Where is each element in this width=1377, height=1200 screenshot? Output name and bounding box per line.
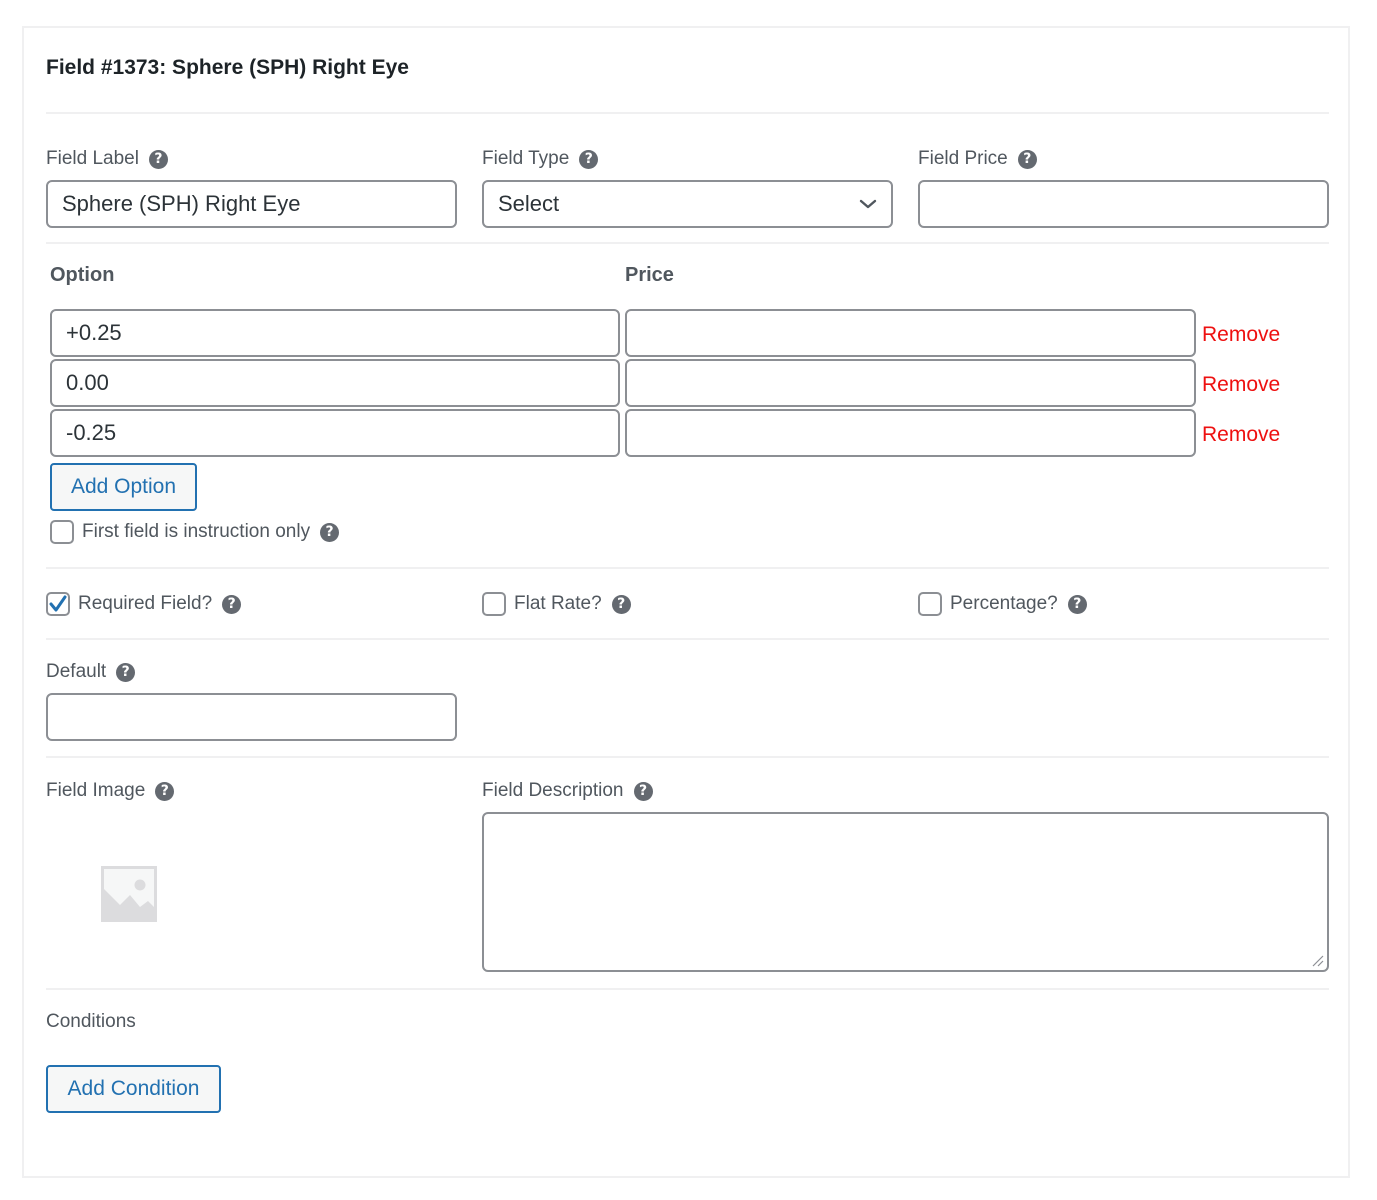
field-type-value: Select: [498, 191, 560, 216]
help-icon[interactable]: ?: [222, 594, 242, 614]
option-value: -0.25: [66, 420, 117, 445]
help-icon[interactable]: ?: [579, 149, 599, 169]
option-price-input[interactable]: [625, 359, 1196, 407]
field-type-text: Field Type: [482, 148, 570, 169]
required-field-label: Required Field?: [78, 593, 213, 614]
divider: [46, 242, 1329, 244]
field-label-value: Sphere (SPH) Right Eye: [62, 191, 301, 216]
field-type-select[interactable]: Select: [482, 180, 893, 228]
required-field-checkbox[interactable]: [46, 592, 70, 616]
divider: [46, 756, 1329, 758]
option-input[interactable]: +0.25: [50, 309, 620, 357]
add-option-button[interactable]: Add Option: [50, 463, 197, 511]
price-column-header: Price: [625, 264, 674, 286]
option-input[interactable]: -0.25: [50, 409, 620, 457]
divider: [46, 567, 1329, 569]
option-input[interactable]: 0.00: [50, 359, 620, 407]
default-label-text: Default: [46, 661, 107, 682]
required-field-row: Required Field? ?: [46, 592, 242, 616]
option-price-input[interactable]: [625, 309, 1196, 357]
remove-option-link[interactable]: Remove: [1202, 373, 1280, 397]
help-icon[interactable]: ?: [1017, 149, 1037, 169]
checkmark-icon: [49, 595, 67, 612]
field-label-text: Field Label: [46, 148, 139, 169]
field-label-label: Field Label ?: [46, 148, 168, 170]
page-title: Field #1373: Sphere (SPH) Right Eye: [46, 56, 409, 79]
flat-rate-checkbox[interactable]: [482, 592, 506, 616]
field-image-label-text: Field Image: [46, 780, 146, 801]
add-condition-button[interactable]: Add Condition: [46, 1065, 221, 1113]
percentage-row: Percentage? ?: [918, 592, 1087, 616]
help-icon[interactable]: ?: [116, 662, 136, 682]
help-icon[interactable]: ?: [320, 522, 340, 542]
field-description-label: Field Description ?: [482, 780, 653, 802]
field-price-label: Field Price ?: [918, 148, 1037, 170]
percentage-label: Percentage?: [950, 593, 1058, 614]
instruction-only-row: First field is instruction only ?: [50, 520, 340, 544]
remove-option-link[interactable]: Remove: [1202, 323, 1280, 347]
image-placeholder-icon[interactable]: [100, 865, 158, 923]
default-label: Default ?: [46, 661, 136, 683]
divider: [46, 638, 1329, 640]
field-label-input[interactable]: Sphere (SPH) Right Eye: [46, 180, 457, 228]
divider: [46, 988, 1329, 990]
field-price-text: Field Price: [918, 148, 1008, 169]
percentage-checkbox[interactable]: [918, 592, 942, 616]
option-value: 0.00: [66, 370, 109, 395]
help-icon[interactable]: ?: [155, 781, 175, 801]
help-icon[interactable]: ?: [148, 149, 168, 169]
field-description-label-text: Field Description: [482, 780, 624, 801]
remove-option-link[interactable]: Remove: [1202, 423, 1280, 447]
flat-rate-row: Flat Rate? ?: [482, 592, 631, 616]
conditions-label: Conditions: [46, 1011, 136, 1032]
option-value: +0.25: [66, 320, 122, 345]
help-icon[interactable]: ?: [633, 781, 653, 801]
field-description-textarea[interactable]: [482, 812, 1329, 972]
field-price-input[interactable]: [918, 180, 1329, 228]
field-settings-panel: Field #1373: Sphere (SPH) Right Eye Fiel…: [22, 26, 1350, 1178]
chevron-down-icon: [859, 199, 877, 209]
field-type-label: Field Type ?: [482, 148, 599, 170]
instruction-only-label: First field is instruction only: [82, 521, 311, 542]
option-column-header: Option: [50, 264, 115, 286]
instruction-only-checkbox[interactable]: [50, 520, 74, 544]
option-price-input[interactable]: [625, 409, 1196, 457]
field-image-label: Field Image ?: [46, 780, 175, 802]
divider: [46, 112, 1329, 114]
flat-rate-label: Flat Rate?: [514, 593, 602, 614]
default-input[interactable]: [46, 693, 457, 741]
resize-handle-icon[interactable]: [1310, 953, 1324, 967]
help-icon[interactable]: ?: [1067, 594, 1087, 614]
help-icon[interactable]: ?: [611, 594, 631, 614]
